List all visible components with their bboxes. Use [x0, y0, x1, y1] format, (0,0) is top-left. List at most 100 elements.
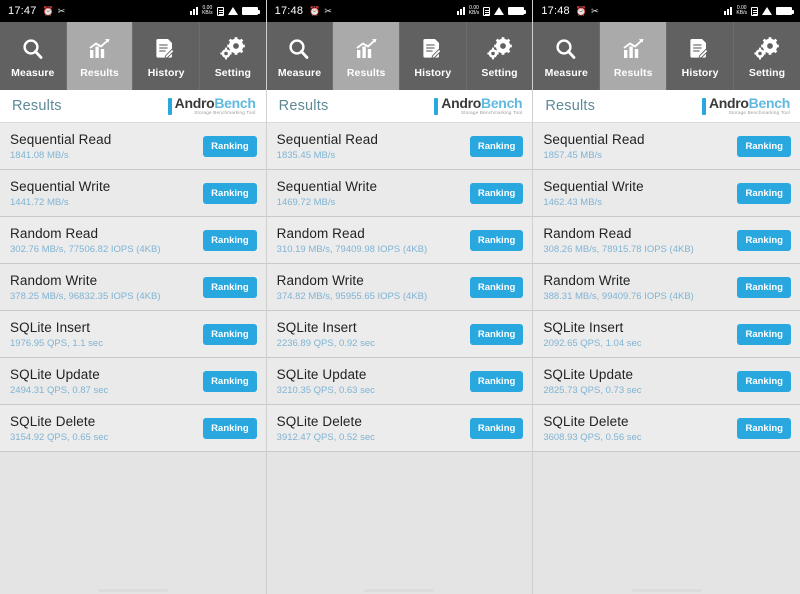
magnifier-icon: [287, 34, 311, 64]
status-bar-right-icons: 0.00 KB/s: [724, 5, 794, 16]
benchmark-value: 2494.31 QPS, 0.87 sec: [10, 384, 109, 396]
benchmark-value: 302.76 MB/s, 77506.82 IOPS (4KB): [10, 243, 161, 255]
benchmark-row: SQLite Delete 3154.92 QPS, 0.65 sec Rank…: [0, 405, 266, 452]
androbench-logo: AndroBench Storage Benchmarking Tool: [434, 94, 523, 116]
network-speed-icon: 0.00 KB/s: [468, 5, 480, 16]
tab-setting[interactable]: Setting: [200, 22, 266, 90]
benchmark-row-texts: Sequential Write 1441.72 MB/s: [10, 179, 110, 208]
tab-setting-label: Setting: [214, 66, 251, 79]
ranking-button[interactable]: Ranking: [737, 370, 791, 392]
benchmark-value: 378.25 MB/s, 96832.35 IOPS (4KB): [10, 290, 161, 302]
ranking-button[interactable]: Ranking: [203, 276, 257, 298]
scissors-icon: ✂: [57, 5, 66, 16]
ranking-button[interactable]: Ranking: [469, 276, 524, 298]
tab-measure[interactable]: Measure: [266, 22, 334, 90]
logo-bar-icon: [167, 97, 172, 115]
benchmark-row-texts: Random Write 378.25 MB/s, 96832.35 IOPS …: [10, 273, 161, 302]
gears-icon: [220, 34, 246, 64]
ranking-button[interactable]: Ranking: [469, 323, 524, 345]
status-bar-clock: 17:48: [274, 5, 304, 17]
tab-measure-label: Measure: [277, 66, 322, 79]
ranking-button[interactable]: Ranking: [469, 135, 524, 157]
benchmark-name: Random Write: [10, 272, 98, 288]
benchmark-row: Sequential Write 1469.72 MB/s Ranking: [266, 170, 533, 217]
network-speed-icon: 0.00 KB/s: [736, 5, 747, 16]
benchmark-row-texts: Sequential Write 1462.43 MB/s: [543, 179, 643, 208]
tab-results-label: Results: [613, 66, 653, 79]
logo-andro: Andro: [708, 94, 749, 111]
tab-measure[interactable]: Measure: [533, 22, 601, 90]
sim-card-icon: [216, 6, 224, 16]
tab-results[interactable]: Results: [66, 22, 134, 90]
ranking-button[interactable]: Ranking: [203, 370, 257, 392]
androbench-results-screen: 17:48 ⏰ ✂ 0.00 KB/s Measure Results Hist…: [533, 0, 800, 594]
ranking-button[interactable]: Ranking: [469, 229, 524, 251]
benchmark-name: SQLite Delete: [10, 413, 96, 429]
tab-setting[interactable]: Setting: [466, 22, 533, 90]
benchmark-value: 1462.43 MB/s: [543, 196, 602, 208]
ranking-button[interactable]: Ranking: [203, 182, 257, 204]
ranking-button[interactable]: Ranking: [203, 323, 257, 345]
benchmark-name: Random Read: [276, 225, 365, 241]
network-speed-icon: 0.00 KB/s: [202, 5, 213, 16]
benchmark-results-list: Sequential Read 1857.45 MB/s Ranking Seq…: [533, 123, 800, 594]
navigation-bar-hint: [267, 589, 533, 592]
androbench-results-screen: 17:48 ⏰ ✂ 0.00 KB/s Measure Results Hist…: [266, 0, 534, 594]
ranking-button[interactable]: Ranking: [203, 135, 257, 157]
tab-history-label: History: [147, 66, 185, 79]
benchmark-row: Sequential Read 1857.45 MB/s Ranking: [533, 123, 800, 170]
page-title: Results: [545, 98, 596, 114]
ranking-button[interactable]: Ranking: [469, 417, 524, 439]
logo-tagline: Storage Benchmarking Tool: [194, 110, 256, 116]
ranking-button[interactable]: Ranking: [737, 135, 791, 157]
ranking-button[interactable]: Ranking: [737, 182, 791, 204]
benchmark-name: Sequential Write: [276, 178, 378, 194]
ranking-button[interactable]: Ranking: [737, 276, 791, 298]
tab-history[interactable]: History: [667, 22, 735, 90]
ranking-button[interactable]: Ranking: [737, 417, 791, 439]
benchmark-name: Sequential Read: [276, 131, 378, 147]
benchmark-row-texts: SQLite Insert 1976.95 QPS, 1.1 sec: [10, 320, 103, 349]
benchmark-name: Random Write: [276, 272, 364, 288]
benchmark-value: 308.26 MB/s, 78915.78 IOPS (4KB): [543, 243, 694, 255]
bar-chart-icon: [87, 34, 112, 64]
benchmark-name: Sequential Read: [10, 131, 112, 147]
ranking-button[interactable]: Ranking: [203, 417, 257, 439]
status-bar: 17:48 ⏰ ✂ 0.00 KB/s: [533, 0, 800, 22]
document-pencil-icon: [154, 34, 178, 64]
logo-bench: Bench: [481, 94, 523, 111]
benchmark-name: Random Read: [10, 225, 99, 241]
ranking-button[interactable]: Ranking: [469, 182, 524, 204]
benchmark-value: 3154.92 QPS, 0.65 sec: [10, 431, 109, 443]
app-header: Results AndroBench Storage Benchmarking …: [0, 90, 266, 123]
benchmark-row-texts: SQLite Insert 2236.89 QPS, 0.92 sec: [277, 320, 375, 349]
logo-andro: Andro: [174, 94, 215, 111]
tab-results[interactable]: Results: [333, 22, 400, 90]
benchmark-row-texts: SQLite Update 2825.73 QPS, 0.73 sec: [543, 367, 641, 396]
benchmark-value: 1857.45 MB/s: [543, 149, 602, 161]
benchmark-row: SQLite Insert 1976.95 QPS, 1.1 sec Ranki…: [0, 311, 266, 358]
benchmark-name: SQLite Update: [276, 366, 367, 382]
tab-results-label: Results: [346, 66, 386, 79]
androbench-logo: AndroBench Storage Benchmarking Tool: [167, 94, 256, 116]
ranking-button[interactable]: Ranking: [203, 229, 257, 251]
tab-history[interactable]: History: [400, 22, 467, 90]
tab-history[interactable]: History: [133, 22, 201, 90]
logo-tagline: Storage Benchmarking Tool: [728, 110, 790, 116]
tab-results[interactable]: Results: [600, 22, 668, 90]
app-header: Results AndroBench Storage Benchmarking …: [266, 90, 533, 123]
benchmark-name: SQLite Insert: [543, 319, 624, 335]
ranking-button[interactable]: Ranking: [469, 370, 524, 392]
logo-bar-icon: [701, 97, 706, 115]
tab-measure-label: Measure: [544, 66, 588, 79]
benchmark-name: Sequential Write: [543, 178, 644, 194]
benchmark-value: 388.31 MB/s, 99409.76 IOPS (4KB): [543, 290, 694, 302]
battery-icon: [241, 7, 260, 15]
benchmark-name: SQLite Delete: [543, 413, 629, 429]
ranking-button[interactable]: Ranking: [737, 323, 791, 345]
benchmark-name: SQLite Delete: [276, 413, 363, 429]
tab-setting[interactable]: Setting: [734, 22, 800, 90]
tab-measure[interactable]: Measure: [0, 22, 67, 90]
ranking-button[interactable]: Ranking: [737, 229, 791, 251]
benchmark-row: Sequential Read 1841.08 MB/s Ranking: [0, 123, 266, 170]
